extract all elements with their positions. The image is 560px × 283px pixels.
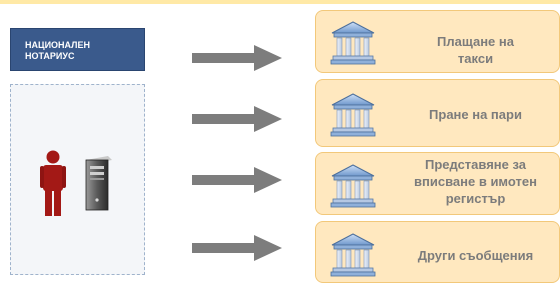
target-label-line: регистър xyxy=(445,191,506,206)
target-label-line: Пране на пари xyxy=(429,107,522,122)
bank-building-icon xyxy=(330,19,376,65)
arrow-right-icon-1 xyxy=(192,45,282,71)
bank-building-icon xyxy=(330,231,376,277)
target-label-property-register: Представяне за вписване в имотен регистъ… xyxy=(398,156,553,207)
arrow-right-icon-2 xyxy=(192,106,282,132)
server-icon xyxy=(85,156,112,211)
bank-building-icon xyxy=(330,162,376,208)
arrow-right-icon-3 xyxy=(192,167,282,193)
person-icon xyxy=(40,150,66,216)
target-label-line: вписване в имотен xyxy=(414,174,537,189)
target-label-line: Плащане на xyxy=(437,34,514,49)
badge-line-1: НАЦИОНАЛЕН xyxy=(25,40,90,50)
target-label-line: Други съобщения xyxy=(417,248,534,263)
national-notary-badge: НАЦИОНАЛЕН НОТАРИУС xyxy=(10,28,145,71)
arrow-right-icon-4 xyxy=(192,235,282,261)
actor-panel xyxy=(10,84,145,275)
target-box-property-register: Представяне за вписване в имотен регистъ… xyxy=(315,152,560,215)
target-label-other-messages: Други съобщения xyxy=(398,247,553,264)
target-label-fees: Плащане на такси xyxy=(398,33,553,67)
bank-building-icon xyxy=(330,91,376,137)
target-box-money-laundering: Пране на пари xyxy=(315,79,560,147)
target-box-other-messages: Други съобщения xyxy=(315,221,560,283)
target-label-line: такси xyxy=(457,51,494,66)
target-box-fees: Плащане на такси xyxy=(315,10,560,73)
target-label-money-laundering: Пране на пари xyxy=(398,106,553,123)
top-accent-line xyxy=(0,0,560,4)
target-label-line: Представяне за xyxy=(424,157,527,172)
badge-line-2: НОТАРИУС xyxy=(25,51,75,61)
